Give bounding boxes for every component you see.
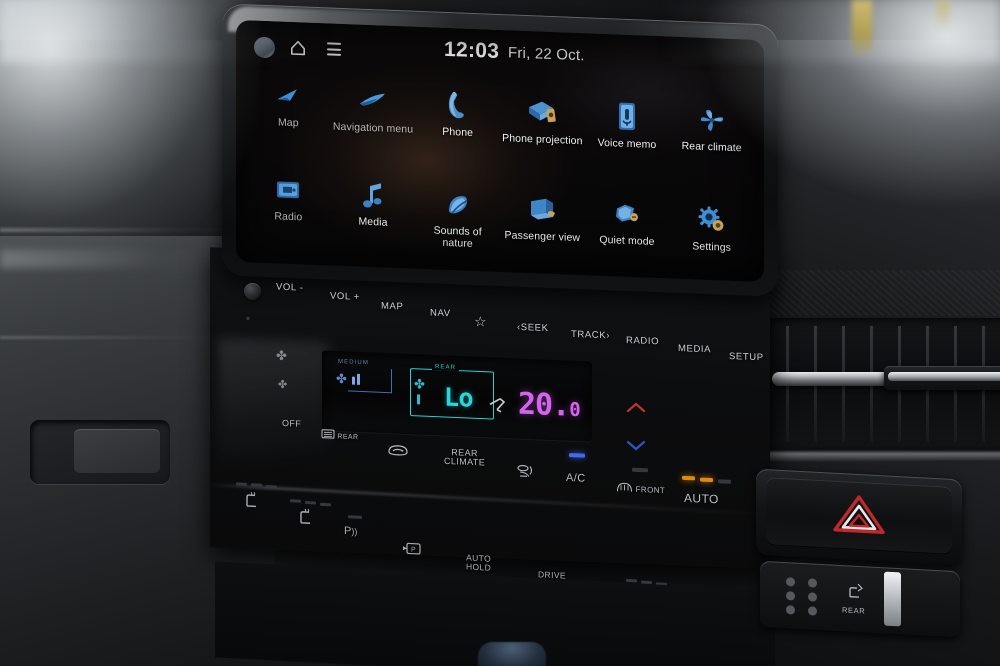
- ac-led-indicator: [569, 453, 585, 458]
- camera-view-button[interactable]: P: [402, 541, 424, 558]
- rear-vent-label: REAR: [842, 605, 866, 616]
- auto-led-indicator-2: [700, 477, 713, 483]
- app-tile-voice-memo[interactable]: Voice memo: [585, 93, 670, 184]
- auto-hold-button[interactable]: AUTO HOLD: [466, 552, 491, 572]
- rear-fan-icon: ✤: [414, 376, 425, 392]
- app-tile-sounds-of-nature[interactable]: Sounds of nature: [415, 181, 500, 272]
- app-grid: Map Navigation menu Phone Phone projecti…: [246, 74, 754, 276]
- media-note-icon: [331, 171, 416, 218]
- track-forward-button[interactable]: TRACK›: [571, 329, 610, 341]
- app-tile-media[interactable]: Media: [331, 171, 416, 262]
- exterior-yellow-post: [852, 0, 872, 58]
- windshield-glare-left: [0, 0, 260, 270]
- temperature-up-button[interactable]: [626, 400, 646, 413]
- seek-back-button[interactable]: ‹SEEK: [517, 322, 549, 334]
- rear-seat-airflow-icon: [846, 581, 866, 607]
- fan-speed-icon-lower[interactable]: ✤: [278, 378, 287, 391]
- glovebox-handle[interactable]: [30, 420, 170, 484]
- rear-fan-bars: [417, 394, 420, 405]
- app-label: Navigation menu: [332, 120, 414, 136]
- airflow-mode-button[interactable]: [516, 463, 538, 484]
- front-zone-bracket: [348, 367, 392, 394]
- map-button[interactable]: MAP: [381, 301, 403, 313]
- phone-projection-icon: [500, 89, 585, 136]
- app-label: Sounds of nature: [433, 224, 482, 250]
- svg-text:P: P: [411, 547, 416, 554]
- radio-button[interactable]: RADIO: [626, 335, 659, 347]
- app-label: Voice memo: [597, 136, 657, 152]
- app-tile-phone[interactable]: Phone: [415, 82, 500, 173]
- dashboard-sill-highlight: [740, 452, 1000, 462]
- parking-sensor-button[interactable]: P)): [344, 525, 357, 538]
- app-label: Passenger view: [504, 229, 581, 245]
- sounds-of-nature-icon: [415, 181, 500, 228]
- app-tile-navigation-menu[interactable]: Navigation menu: [331, 77, 416, 168]
- setup-button[interactable]: SETUP: [729, 351, 764, 363]
- airflow-mode-indicator-icon: [488, 395, 510, 419]
- app-label: Media: [358, 215, 388, 229]
- voice-memo-microphone-icon: [585, 93, 670, 140]
- climate-off-button[interactable]: OFF: [282, 418, 301, 429]
- front-defrost-led-indicator: [632, 467, 648, 473]
- app-label: Settings: [692, 240, 732, 254]
- nav-button[interactable]: NAV: [430, 307, 451, 319]
- car-dashboard-scene: 12:03 Fri, 22 Oct. Map Navigation menu: [0, 0, 1000, 666]
- fan-speed-label: MEDIUM: [338, 359, 369, 367]
- dashboard-texture-right: [770, 270, 1000, 316]
- navigation-menu-icon: [331, 77, 416, 124]
- vent-direction-knob[interactable]: [884, 366, 1000, 390]
- rear-vent-dot-grid: [786, 577, 820, 616]
- rear-vent-slider[interactable]: [884, 571, 901, 627]
- app-label: Phone: [442, 125, 474, 139]
- rear-defrost-button[interactable]: REAR: [321, 429, 358, 442]
- auto-led-indicator-1: [682, 475, 695, 481]
- rear-temp-value: Lo: [444, 382, 474, 413]
- fan-speed-icon-upper[interactable]: ✤: [276, 348, 287, 364]
- hazard-triangle-icon: [832, 491, 886, 541]
- app-tile-phone-projection[interactable]: Phone projection: [500, 89, 585, 180]
- auto-led-indicator-3: [718, 479, 731, 484]
- app-label: Quiet mode: [599, 233, 655, 248]
- rear-zone-label: REAR: [432, 363, 460, 372]
- hazard-lights-button[interactable]: [766, 477, 952, 555]
- volume-up-button[interactable]: VOL +: [330, 291, 360, 303]
- driver-seat-heater-button[interactable]: [244, 491, 260, 512]
- exterior-yellow-post-2: [936, 0, 950, 34]
- front-defrost-button[interactable]: FRONT: [616, 481, 665, 495]
- app-tile-passenger-view[interactable]: Passenger view: [500, 186, 585, 277]
- air-recirculation-button[interactable]: [386, 442, 410, 459]
- gear-shifter[interactable]: [478, 642, 546, 666]
- app-tile-quiet-mode[interactable]: Quiet mode: [585, 190, 670, 281]
- volume-down-button[interactable]: VOL -: [276, 282, 303, 294]
- front-fan-icon: ✤: [336, 370, 347, 387]
- ac-button[interactable]: A/C: [566, 472, 586, 485]
- favorite-star-button[interactable]: ☆: [474, 313, 487, 331]
- phone-handset-icon: [415, 82, 500, 129]
- app-label: Phone projection: [502, 132, 583, 148]
- quiet-mode-icon: [585, 190, 670, 237]
- media-button[interactable]: MEDIA: [678, 343, 711, 355]
- rear-climate-button[interactable]: REAR CLIMATE: [444, 447, 485, 469]
- passenger-seat-heater-button[interactable]: [298, 508, 314, 529]
- windshield-glare-right: [700, 0, 1000, 210]
- passenger-view-icon: [500, 186, 585, 233]
